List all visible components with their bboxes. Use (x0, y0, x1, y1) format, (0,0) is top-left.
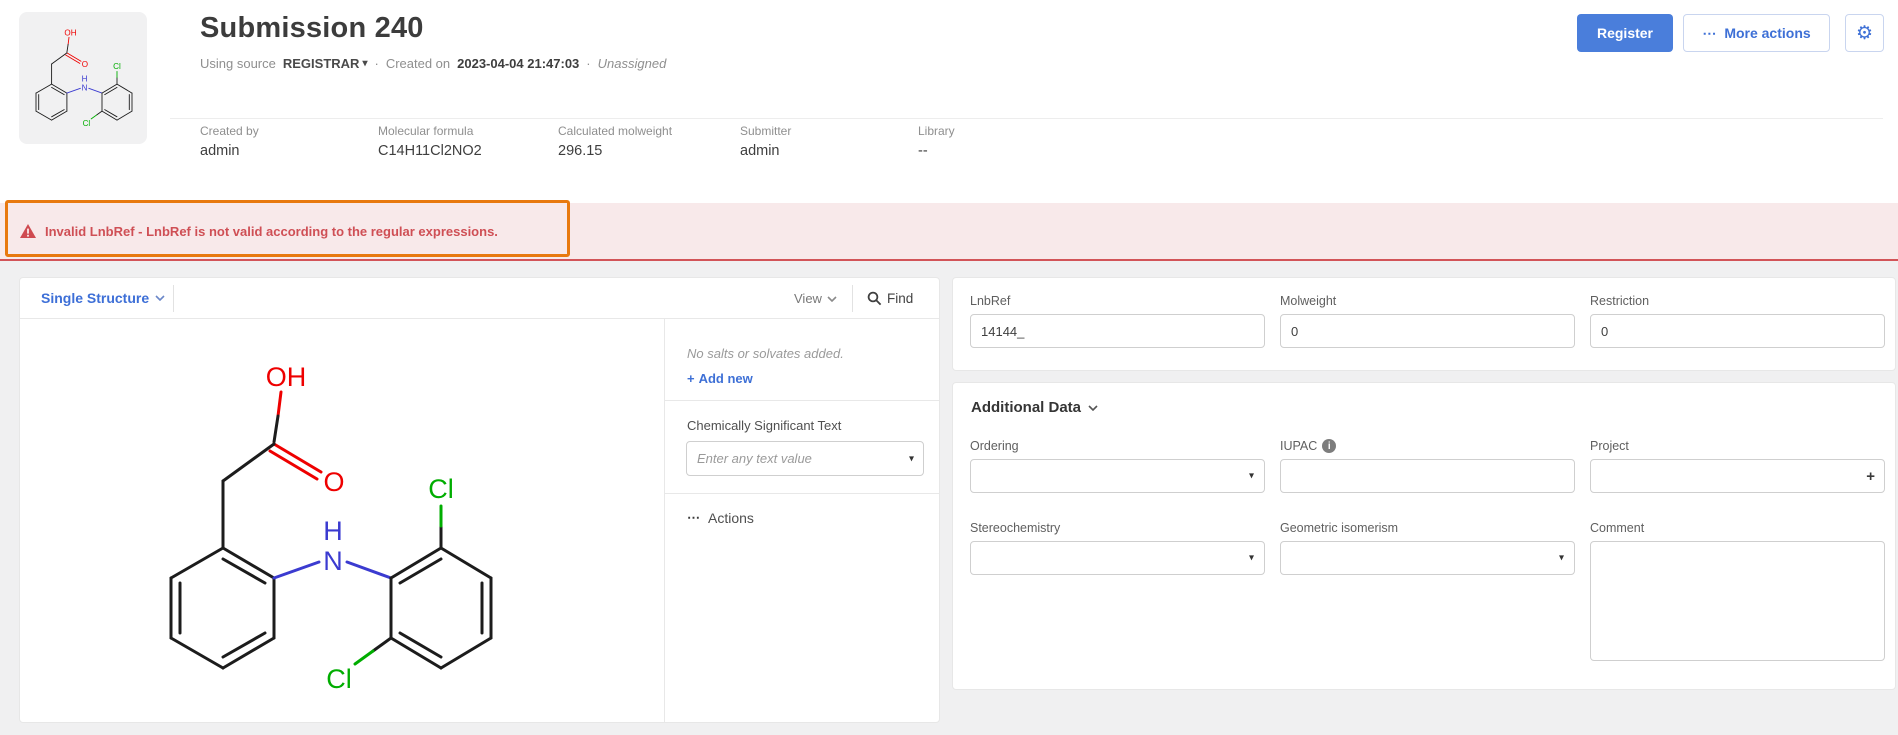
caret-down-icon: ▾ (1249, 471, 1254, 482)
cst-label: Chemically Significant Text (687, 418, 939, 433)
add-project-icon[interactable]: + (1866, 468, 1875, 485)
caret-down-icon: ▾ (1249, 553, 1254, 564)
more-actions-button[interactable]: ⋯ More actions (1683, 14, 1830, 52)
restriction-input[interactable] (1590, 314, 1885, 348)
dot-separator: · (374, 56, 378, 71)
divider (665, 493, 939, 494)
atom-label-cl-top: Cl (428, 474, 454, 504)
stereochemistry-label: Stereochemistry (970, 521, 1060, 535)
meta-molecular-formula: Molecular formulaC14H11Cl2NO2 (378, 124, 482, 159)
structure-thumbnail (19, 12, 147, 144)
restriction-label: Restriction (1590, 294, 1649, 308)
geometric-isomerism-label: Geometric isomerism (1280, 521, 1398, 535)
comment-field: Comment (1590, 521, 1885, 664)
project-label: Project (1590, 439, 1629, 453)
settings-button[interactable]: ⚙ (1845, 14, 1884, 52)
ordering-select[interactable]: ▾ (970, 459, 1265, 493)
alert-message: Invalid LnbRef - LnbRef is not valid acc… (45, 224, 498, 239)
submission-subtitle: Using source REGISTRAR▾ · Created on 202… (200, 56, 666, 71)
chevron-down-icon (827, 296, 837, 302)
header-divider (170, 118, 1883, 119)
dot-separator: · (586, 56, 590, 71)
atom-label-o: O (323, 467, 344, 497)
cst-input[interactable] (686, 441, 924, 476)
using-source-label: Using source (200, 56, 276, 71)
source-dropdown[interactable]: REGISTRAR▾ (283, 56, 368, 71)
meta-created-by: Created byadmin (200, 124, 259, 159)
header-separator (852, 285, 853, 312)
register-button[interactable]: Register (1577, 14, 1673, 52)
meta-calculated-molweight: Calculated molweight296.15 (558, 124, 672, 159)
lnbref-label: LnbRef (970, 294, 1010, 308)
lnbref-field: LnbRef (970, 294, 1265, 348)
geometric-isomerism-field: Geometric isomerism ▾ (1280, 521, 1575, 575)
additional-data-card: Additional Data Ordering ▾ IUPAC i Proje… (952, 382, 1896, 690)
atom-label-cl-bottom: Cl (326, 664, 352, 694)
structure-thumbnail-image (27, 19, 139, 137)
additional-data-header[interactable]: Additional Data (971, 399, 1098, 416)
structure-card: Single Structure View Find (19, 277, 940, 723)
stereochemistry-select[interactable]: ▾ (970, 541, 1265, 575)
caret-down-icon: ▾ (362, 58, 367, 69)
restriction-field: Restriction (1590, 294, 1885, 348)
iupac-field: IUPAC i (1280, 439, 1575, 493)
molweight-input[interactable] (1280, 314, 1575, 348)
info-icon[interactable]: i (1322, 439, 1336, 453)
search-icon (867, 291, 882, 306)
atom-label-oh: OH (266, 362, 307, 392)
plus-icon: + (687, 371, 695, 386)
molecule-structure: OH O H N Cl Cl (131, 296, 571, 706)
molweight-field: Molweight (1280, 294, 1575, 348)
chevron-down-icon (1088, 405, 1098, 411)
project-field: Project + (1590, 439, 1885, 493)
assignment-status: Unassigned (598, 56, 667, 71)
lnbref-input[interactable] (970, 314, 1265, 348)
ellipsis-icon: ⋯ (1702, 25, 1717, 42)
comment-textarea[interactable] (1590, 541, 1885, 661)
meta-library: Library-- (918, 124, 955, 159)
ordering-label: Ordering (970, 439, 1019, 453)
stereochemistry-field: Stereochemistry ▾ (970, 521, 1265, 575)
meta-submitter: Submitteradmin (740, 124, 791, 159)
divider (665, 400, 939, 401)
add-new-link[interactable]: + Add new (687, 371, 753, 386)
geometric-isomerism-select[interactable]: ▾ (1280, 541, 1575, 575)
created-on-label: Created on (386, 56, 450, 71)
comment-label: Comment (1590, 521, 1644, 535)
salts-panel: No salts or solvates added. + Add new Ch… (665, 319, 939, 722)
ordering-field: Ordering ▾ (970, 439, 1265, 493)
warning-triangle-icon (20, 224, 36, 238)
molweight-label: Molweight (1280, 294, 1336, 308)
registration-card: LnbRef Molweight Restriction (952, 277, 1896, 371)
atom-label-n: N (323, 546, 343, 576)
page-title: Submission 240 (200, 12, 424, 45)
iupac-label: IUPAC (1280, 439, 1317, 453)
ellipsis-icon: ⋯ (687, 510, 701, 526)
salts-empty-text: No salts or solvates added. (687, 346, 939, 361)
caret-down-icon: ▾ (1559, 553, 1564, 564)
validation-alert: Invalid LnbRef - LnbRef is not valid acc… (0, 203, 1898, 261)
view-dropdown[interactable]: View (794, 278, 837, 319)
find-button[interactable]: Find (867, 278, 913, 319)
project-input[interactable] (1590, 459, 1885, 493)
submission-page: Submission 240 Using source REGISTRAR▾ ·… (0, 0, 1898, 735)
gear-icon: ⚙ (1856, 22, 1873, 45)
created-on-value: 2023-04-04 21:47:03 (457, 56, 579, 71)
iupac-input[interactable] (1280, 459, 1575, 493)
caret-down-icon[interactable]: ▾ (909, 453, 914, 464)
actions-menu[interactable]: ⋯ Actions (687, 510, 939, 526)
atom-label-h: H (323, 516, 343, 546)
